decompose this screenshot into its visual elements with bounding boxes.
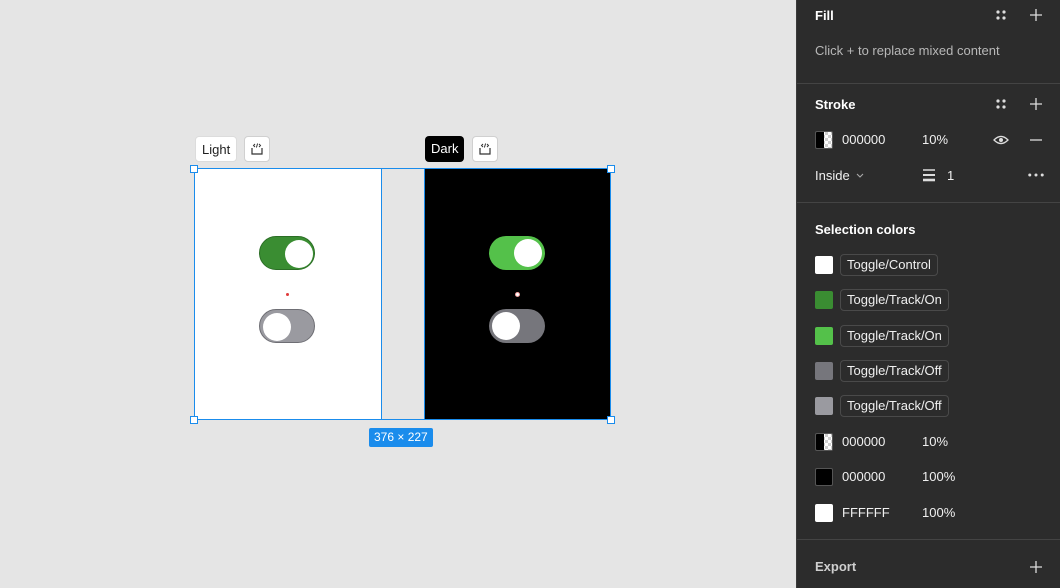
selection-divider xyxy=(424,169,425,420)
stroke-weight-value[interactable]: 1 xyxy=(947,168,954,183)
toggle-knob xyxy=(514,239,542,267)
selection-color-swatch[interactable] xyxy=(815,327,833,345)
fill-section-title: Fill xyxy=(815,8,834,23)
design-canvas[interactable]: Light Dark 376 × 227 xyxy=(0,0,796,588)
frame-label-light[interactable]: Light xyxy=(195,136,238,162)
style-grid-icon[interactable] xyxy=(993,7,1009,23)
selection-color-swatch[interactable] xyxy=(815,397,833,415)
selection-color-swatch[interactable] xyxy=(815,433,833,451)
selection-color-swatch[interactable] xyxy=(815,504,833,522)
toggle-on-light[interactable] xyxy=(259,236,315,270)
toggle-off-dark[interactable] xyxy=(489,309,545,343)
selection-color-swatch[interactable] xyxy=(815,291,833,309)
resize-handle-bottom-right[interactable] xyxy=(607,416,615,424)
selection-divider xyxy=(381,169,382,420)
code-icon xyxy=(479,143,491,155)
color-style-chip[interactable]: Toggle/Control xyxy=(840,254,938,276)
stroke-section-title: Stroke xyxy=(815,97,856,112)
color-style-chip[interactable]: Toggle/Track/On xyxy=(840,325,949,347)
toggle-off-light[interactable] xyxy=(259,309,315,343)
eye-icon[interactable] xyxy=(993,132,1009,148)
toggle-knob xyxy=(285,240,313,268)
selection-color-swatch[interactable] xyxy=(815,362,833,380)
toggle-knob xyxy=(263,313,291,341)
selection-color-hex[interactable]: FFFFFF xyxy=(842,505,890,520)
selection-color-hex[interactable]: 000000 xyxy=(842,434,885,449)
resize-handle-top-left[interactable] xyxy=(190,165,198,173)
selection-colors-title: Selection colors xyxy=(815,222,916,237)
color-style-chip[interactable]: Toggle/Track/Off xyxy=(840,360,949,382)
add-stroke-plus-icon[interactable] xyxy=(1028,96,1044,112)
export-section-title: Export xyxy=(815,559,857,574)
section-divider xyxy=(797,539,1060,540)
selection-color-hex[interactable]: 000000 xyxy=(842,469,885,484)
center-marker xyxy=(515,292,520,297)
toggle-knob xyxy=(492,312,520,340)
more-options-icon[interactable] xyxy=(1028,167,1044,183)
center-marker xyxy=(286,293,289,296)
remove-stroke-minus-icon[interactable] xyxy=(1028,132,1044,148)
section-divider xyxy=(797,202,1060,203)
selection-size-badge: 376 × 227 xyxy=(369,428,433,447)
frame-label-dark[interactable]: Dark xyxy=(425,136,465,162)
resize-handle-top-right[interactable] xyxy=(607,165,615,173)
stroke-position-value: Inside xyxy=(815,168,850,183)
add-fill-plus-icon[interactable] xyxy=(1028,7,1044,23)
selection-color-opacity[interactable]: 100% xyxy=(922,469,955,484)
fill-mixed-hint: Click + to replace mixed content xyxy=(815,43,1000,58)
toggle-on-dark[interactable] xyxy=(489,236,545,270)
color-style-chip[interactable]: Toggle/Track/Off xyxy=(840,395,949,417)
stroke-position-select[interactable]: Inside xyxy=(815,168,865,183)
stroke-weight-icon xyxy=(921,167,937,183)
selection-color-opacity[interactable]: 10% xyxy=(922,434,948,449)
stroke-opacity-value[interactable]: 10% xyxy=(922,132,948,147)
dev-mode-code-button-dark[interactable] xyxy=(472,136,498,162)
stroke-color-swatch[interactable] xyxy=(815,131,833,149)
chevron-down-icon xyxy=(856,173,864,178)
selection-color-swatch[interactable] xyxy=(815,256,833,274)
selection-color-swatch[interactable] xyxy=(815,468,833,486)
stroke-hex-value[interactable]: 000000 xyxy=(842,132,885,147)
selection-color-opacity[interactable]: 100% xyxy=(922,505,955,520)
dev-mode-code-button-light[interactable] xyxy=(244,136,270,162)
code-icon xyxy=(251,143,263,155)
add-export-plus-icon[interactable] xyxy=(1028,559,1044,575)
section-divider xyxy=(797,83,1060,84)
resize-handle-bottom-left[interactable] xyxy=(190,416,198,424)
properties-panel: Fill Click + to replace mixed content St… xyxy=(796,0,1060,588)
color-style-chip[interactable]: Toggle/Track/On xyxy=(840,289,949,311)
style-grid-icon[interactable] xyxy=(993,96,1009,112)
